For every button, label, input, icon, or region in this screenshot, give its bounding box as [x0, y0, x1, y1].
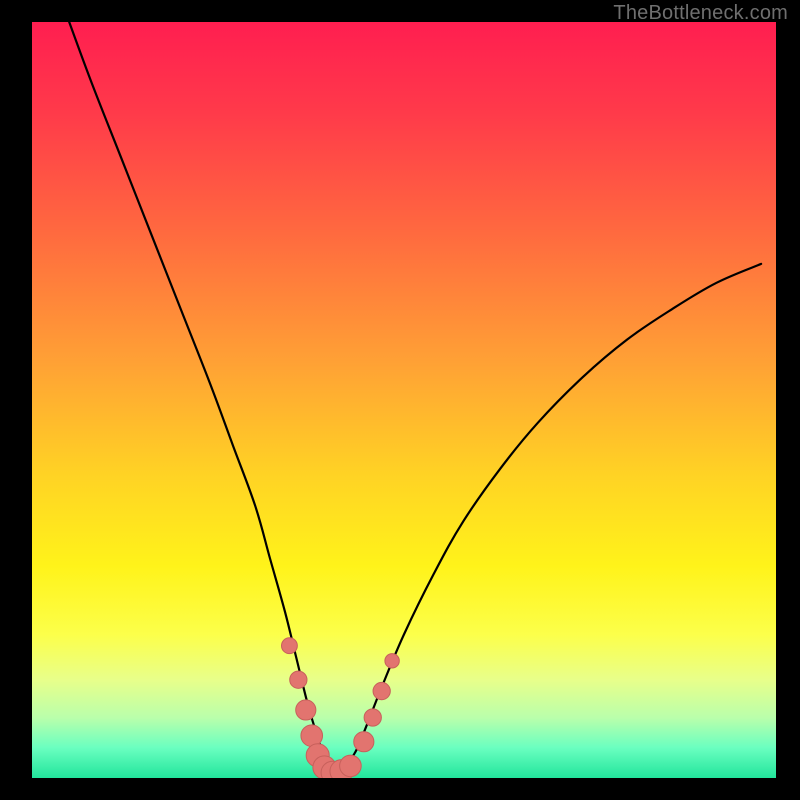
data-marker	[301, 725, 323, 747]
data-marker	[385, 654, 399, 668]
data-marker	[354, 732, 374, 752]
data-marker	[364, 709, 381, 726]
gradient-background	[32, 22, 776, 778]
bottleneck-chart	[32, 22, 776, 778]
outer-frame: TheBottleneck.com	[0, 0, 800, 800]
data-marker	[340, 755, 362, 777]
data-marker	[296, 700, 316, 720]
data-marker	[282, 638, 298, 654]
data-marker	[290, 671, 307, 688]
data-marker	[373, 682, 390, 699]
